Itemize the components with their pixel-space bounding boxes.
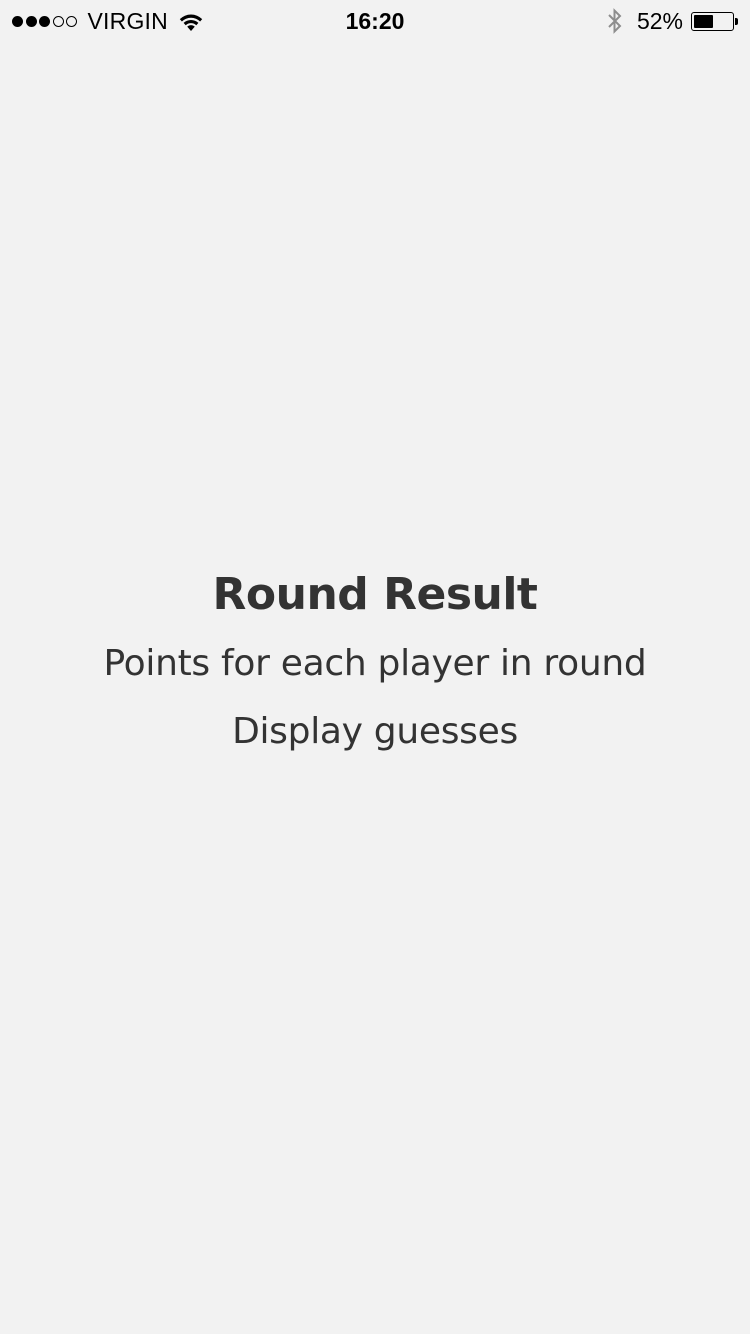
bluetooth-icon	[607, 8, 623, 34]
points-description: Points for each player in round	[103, 643, 647, 684]
round-result-content: Round Result Points for each player in r…	[0, 560, 750, 766]
battery-percent: 52%	[636, 8, 683, 34]
status-bar-right: 52%	[607, 7, 738, 35]
guesses-description: Display guesses	[232, 711, 518, 752]
status-bar: VIRGIN 16:20 52%	[0, 0, 750, 40]
battery-level	[694, 14, 713, 28]
battery-icon	[691, 11, 734, 31]
page-title: Round Result	[212, 569, 538, 620]
round-result-screen: VIRGIN 16:20 52% Round Result Points for…	[0, 0, 750, 1334]
battery-tip	[735, 17, 738, 25]
